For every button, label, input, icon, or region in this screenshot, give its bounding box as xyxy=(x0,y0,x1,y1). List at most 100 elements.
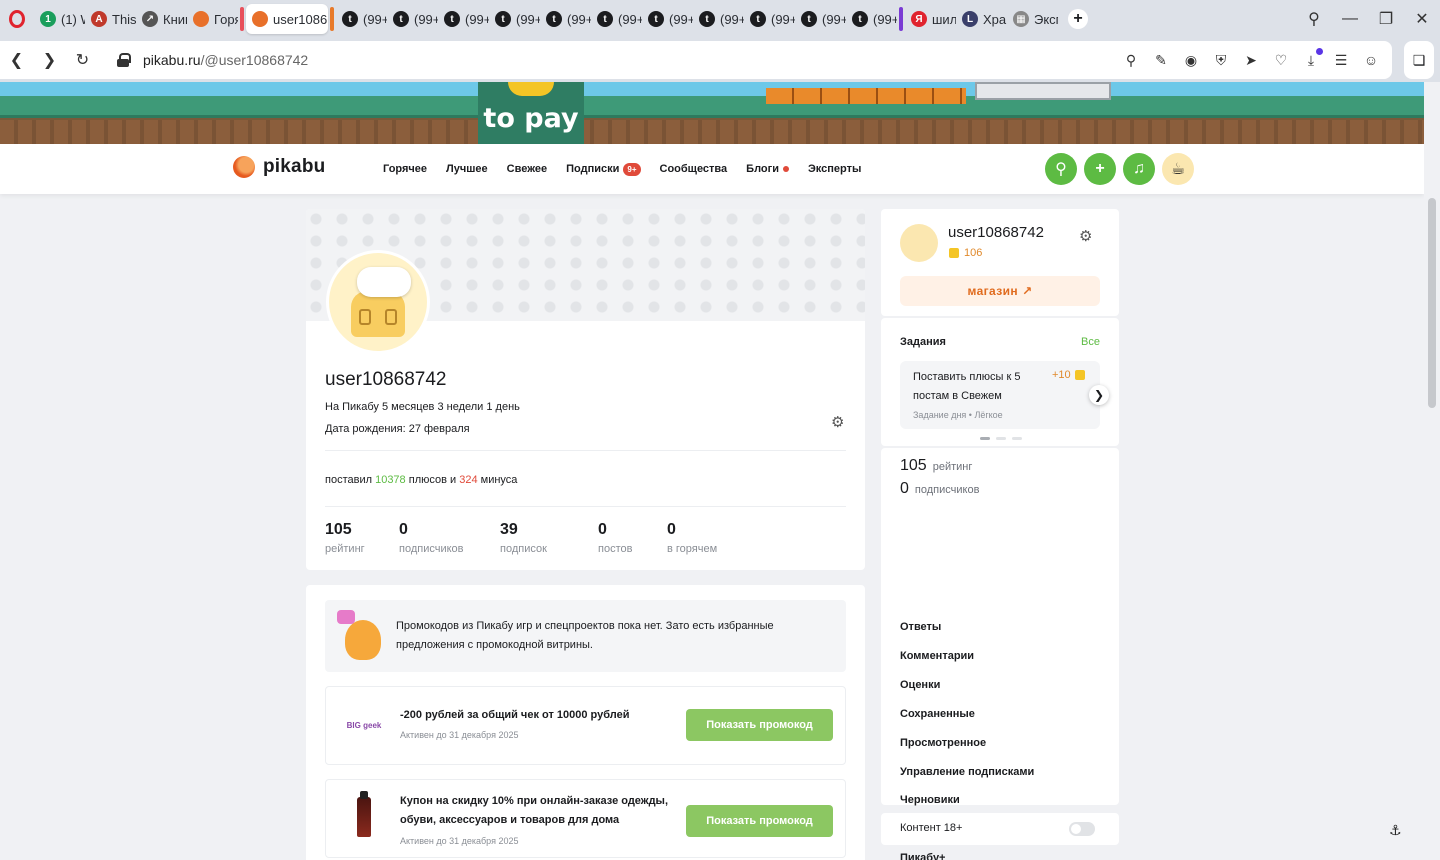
forward-button[interactable]: ❯ xyxy=(33,41,66,79)
edit-icon[interactable]: ✎ xyxy=(1150,49,1172,71)
profile-stat[interactable]: 39 подписок xyxy=(500,521,598,555)
shop-button[interactable]: магазин ↗ xyxy=(900,276,1100,306)
profile-settings-icon[interactable]: ⚙ xyxy=(831,413,847,431)
profile-stat: 0 подписчиков xyxy=(399,521,500,555)
download-icon[interactable]: ⤓ xyxy=(1300,48,1323,71)
browser-tab[interactable]: t (99+ xyxy=(795,4,846,34)
browser-tab[interactable]: A This xyxy=(85,4,136,34)
add-post-button[interactable]: + xyxy=(1084,153,1116,185)
extensions-icon[interactable]: ❏ xyxy=(1404,41,1434,79)
lock-icon[interactable] xyxy=(117,53,131,67)
chevron-right-icon[interactable]: ❯ xyxy=(1089,385,1109,405)
browser-tab[interactable]: t (99+ xyxy=(540,4,591,34)
profile-avatar[interactable] xyxy=(326,250,430,354)
tasks-all-link[interactable]: Все xyxy=(1081,336,1100,348)
browser-tab[interactable]: ▦ Эксп xyxy=(1007,4,1058,34)
sidebar-settings-icon[interactable]: ⚙ xyxy=(1079,227,1092,245)
browser-tab[interactable]: Горя xyxy=(187,4,238,34)
back-button[interactable]: ❮ xyxy=(0,41,33,79)
search-button[interactable]: ⚲ xyxy=(1045,153,1077,185)
browser-tab[interactable]: t (99+ xyxy=(387,4,438,34)
paint-bucket-icon[interactable]: ⚓ xyxy=(1389,822,1402,839)
nav-item[interactable]: Свежее xyxy=(507,163,547,175)
sidebar-link[interactable]: Пикабу+ xyxy=(900,852,945,860)
browser-tab[interactable]: 1 (1) W xyxy=(34,4,85,34)
nav-item[interactable]: Сообщества xyxy=(660,163,728,175)
sidebar-link[interactable]: Ответы xyxy=(900,621,941,633)
sidebar-subs-num: 0 xyxy=(900,480,909,497)
tab-favicon-icon: ↗ xyxy=(142,11,158,27)
find-icon[interactable]: ⚲ xyxy=(1120,49,1142,71)
browser-tab[interactable]: L Хра xyxy=(956,4,1007,34)
nav-label: Эксперты xyxy=(807,163,862,175)
browser-tab[interactable]: t (99+ xyxy=(489,4,540,34)
tab-search-icon[interactable]: ⚲ xyxy=(1296,0,1332,38)
sidebar-menu: 105 рейтинг 0 подписчиков Ответы Комментари… xyxy=(881,448,1119,860)
browser-tab[interactable]: ↗ Книг xyxy=(136,4,187,34)
send-icon[interactable]: ➤ xyxy=(1240,49,1262,71)
profile-icon[interactable]: ☺ xyxy=(1360,49,1382,71)
browser-tab[interactable]: t (99+ xyxy=(744,4,795,34)
adult-content-toggle[interactable] xyxy=(1069,822,1095,836)
restore-button[interactable]: ❐ xyxy=(1368,0,1404,38)
site-logo[interactable]: pikabu xyxy=(233,156,325,178)
address-bar: ❮ ❯ ↻ pikabu.ru/@user10868742 ⚲ ✎ ◉ ⛨ ➤ … xyxy=(0,41,1392,79)
header-avatar[interactable]: ☕ xyxy=(1162,153,1194,185)
sidebar-link[interactable]: Комментарии xyxy=(900,650,974,662)
nav-item[interactable]: Лучшее xyxy=(446,163,488,175)
sidebar-link[interactable]: Черновики xyxy=(900,794,960,806)
promo-info-text: Промокодов из Пикабу игр и спецпроектов … xyxy=(396,620,774,651)
show-promo-button[interactable]: Показать промокод xyxy=(686,805,833,837)
close-window-button[interactable]: ✕ xyxy=(1404,0,1440,38)
nav-item[interactable]: Горячее xyxy=(383,163,427,175)
nav-label: Горячее xyxy=(383,163,428,175)
browser-tab[interactable]: t (99+ xyxy=(438,4,489,34)
easy-setup-icon[interactable]: ☰ xyxy=(1330,49,1352,71)
tab-favicon-icon: t xyxy=(699,11,715,27)
nav-label: Подписки xyxy=(566,163,620,175)
carousel-dot[interactable] xyxy=(1012,437,1022,440)
camera-icon[interactable]: ◉ xyxy=(1180,49,1202,71)
nav-item[interactable]: Эксперты xyxy=(808,163,861,175)
offer-expiry: Активен до 31 декабря 2025 xyxy=(400,730,519,740)
shield-icon[interactable]: ⛨ xyxy=(1210,49,1232,71)
page-scrollbar[interactable] xyxy=(1424,82,1440,860)
stat-number: 39 xyxy=(500,521,518,538)
browser-tab[interactable]: user1086 xyxy=(246,4,328,34)
browser-tab[interactable]: t (99+ xyxy=(642,4,693,34)
bottle-icon xyxy=(344,791,384,837)
sidebar-avatar[interactable] xyxy=(900,224,938,262)
minimize-button[interactable]: — xyxy=(1332,0,1368,38)
browser-tab[interactable]: t (99+ xyxy=(693,4,744,34)
carousel-dot[interactable] xyxy=(996,437,1006,440)
notifications-button[interactable]: ♫ xyxy=(1123,153,1155,185)
coins-balance[interactable]: 106 xyxy=(949,247,982,259)
stat-label: подписчиков xyxy=(399,543,464,555)
new-tab-button[interactable]: + xyxy=(1068,9,1088,29)
sidebar-username[interactable]: user10868742 xyxy=(948,224,1044,241)
ad-banner[interactable]: to pay xyxy=(0,82,1424,144)
nav-item[interactable]: Подписки 9+ xyxy=(566,162,641,176)
scrollbar-thumb[interactable] xyxy=(1428,198,1436,408)
sidebar-link[interactable]: Управление подписками xyxy=(900,766,1034,778)
sidebar-link[interactable]: Сохраненные xyxy=(900,708,975,720)
sidebar-link[interactable]: Оценки xyxy=(900,679,940,691)
browser-tab[interactable]: t (99+ xyxy=(846,4,897,34)
show-promo-button[interactable]: Показать промокод xyxy=(686,709,833,741)
heart-icon[interactable]: ♡ xyxy=(1270,49,1292,71)
reload-button[interactable]: ↻ xyxy=(66,41,99,79)
tab-label: (99+ xyxy=(618,11,642,27)
header-actions: ⚲ + ♫ ☕ xyxy=(1045,153,1194,185)
opera-menu-icon[interactable] xyxy=(0,0,34,38)
task-item[interactable]: Поставить плюсы к 5 постам в Свежем +10 … xyxy=(900,361,1100,429)
adult-content-card: Контент 18+ xyxy=(881,813,1119,845)
nav-item[interactable]: Блоги xyxy=(746,163,789,175)
browser-tab[interactable]: t (99+ xyxy=(336,4,387,34)
sidebar-link[interactable]: Просмотренное xyxy=(900,737,986,749)
carousel-dot[interactable] xyxy=(980,437,990,440)
stat-label: подписок xyxy=(500,543,547,555)
tab-favicon-icon: ▦ xyxy=(1013,11,1029,27)
browser-tab[interactable]: Яшил xyxy=(905,4,956,34)
browser-tab[interactable]: t (99+ xyxy=(591,4,642,34)
url-field[interactable]: pikabu.ru/@user10868742 xyxy=(143,52,308,68)
